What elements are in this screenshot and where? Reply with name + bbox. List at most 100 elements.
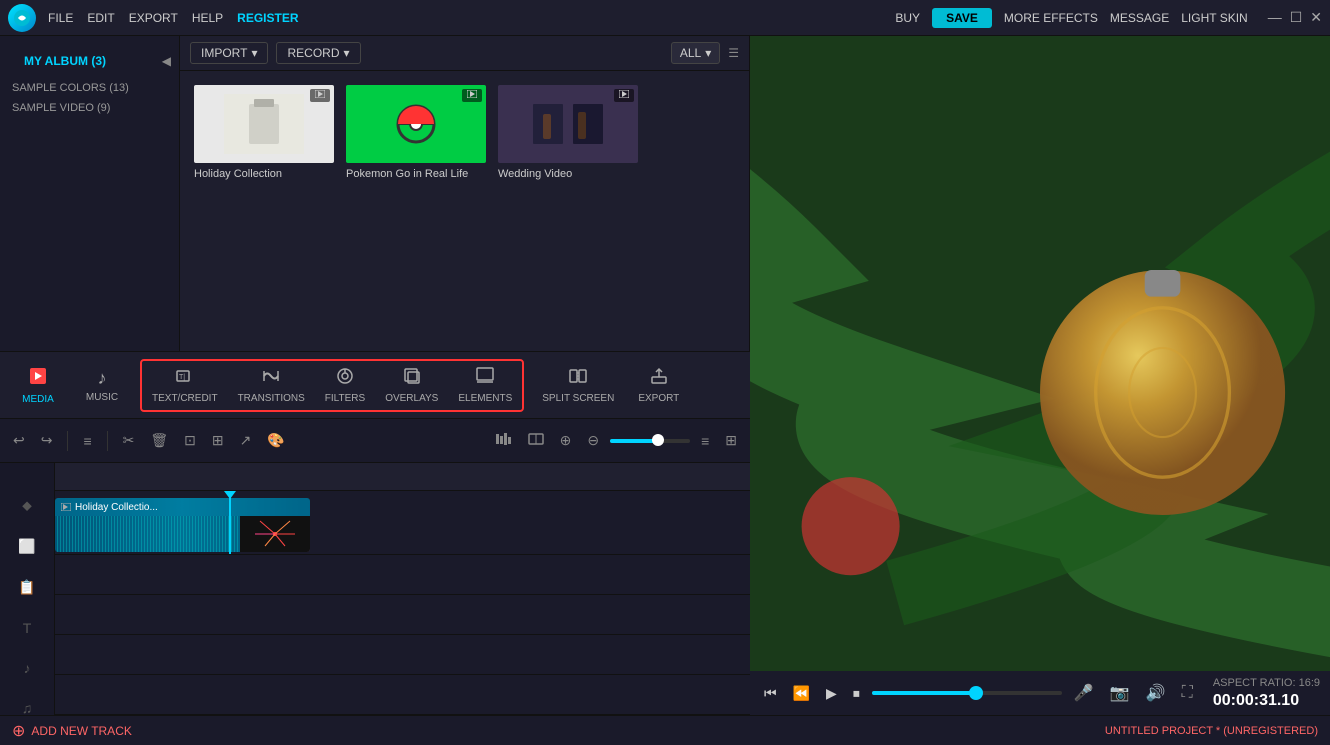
- menu-right: BUY SAVE MORE EFFECTS MESSAGE LIGHT SKIN…: [895, 8, 1322, 28]
- go-to-start-button[interactable]: ⏮: [760, 683, 781, 704]
- media-panel: IMPORT ▾ RECORD ▾ ALL ▾ ☰: [180, 36, 750, 351]
- media-thumb-holiday: [194, 85, 334, 163]
- svg-text:T|: T|: [179, 374, 185, 381]
- preview-video: [750, 36, 1330, 671]
- audio-mix-button[interactable]: [491, 429, 517, 452]
- color-button[interactable]: 🎨: [262, 429, 289, 452]
- stop-button[interactable]: ⏹: [849, 683, 864, 704]
- timeline-side-lock-icon[interactable]: ⬥: [18, 493, 36, 518]
- import-chevron-icon: ▾: [251, 46, 257, 60]
- progress-thumb: [969, 686, 983, 700]
- playhead[interactable]: [229, 495, 231, 554]
- project-info: UNTITLED PROJECT * (UNREGISTERED): [1105, 725, 1318, 737]
- media-item-wedding[interactable]: Wedding Video: [498, 85, 638, 180]
- tool-text-credit[interactable]: T| TEXT/CREDIT: [142, 361, 228, 410]
- track-clip-holiday[interactable]: Holiday Collectio...: [55, 498, 310, 552]
- tl-right-controls: ⊕ ⊖ ≡ ⊞: [491, 429, 742, 452]
- tool-split-screen[interactable]: SPLIT SCREEN: [532, 361, 624, 410]
- track-row-empty-2: [55, 595, 750, 635]
- progress-bar[interactable]: [872, 691, 1062, 695]
- timeline-side-music-icon[interactable]: ♪: [20, 656, 35, 680]
- add-marker-button[interactable]: ⊕: [555, 429, 577, 452]
- import-button[interactable]: IMPORT ▾: [190, 42, 268, 64]
- volume-icon[interactable]: 🔊: [1142, 683, 1170, 703]
- save-button[interactable]: SAVE: [932, 8, 992, 28]
- sidebar-collapse-arrow[interactable]: ◀: [162, 54, 171, 68]
- clip-thumbnail: [240, 516, 310, 552]
- export-icon: [650, 367, 668, 390]
- timeline-tools: ↩ ↪ ≡ ✂ 🗑 ⊡ ⊞ ↗ 🎨 ⊕: [0, 419, 750, 463]
- sidebar-sample-video[interactable]: SAMPLE VIDEO (9): [0, 98, 179, 118]
- settings-button[interactable]: ≡: [78, 430, 96, 452]
- tool-filters[interactable]: FILTERS: [315, 361, 375, 410]
- media-label-holiday: Holiday Collection: [194, 168, 334, 180]
- message-button[interactable]: MESSAGE: [1110, 11, 1169, 25]
- media-item-pokemon[interactable]: Pokemon Go in Real Life: [346, 85, 486, 180]
- tool-filters-label: FILTERS: [325, 393, 365, 404]
- overlays-icon: [403, 367, 421, 390]
- crop-button[interactable]: ⊡: [179, 429, 201, 452]
- cut-button[interactable]: ✂: [118, 429, 140, 452]
- media-grid: Holiday Collection: [180, 71, 749, 194]
- elements-icon: [476, 367, 494, 390]
- tool-transitions[interactable]: TRANSITIONS: [228, 361, 315, 410]
- zoom-fit-button[interactable]: ≡: [696, 430, 714, 452]
- media-label-wedding: Wedding Video: [498, 168, 638, 180]
- filter-dropdown[interactable]: ALL ▾: [671, 42, 720, 64]
- minimize-button[interactable]: —: [1268, 9, 1282, 26]
- tool-overlays[interactable]: OVERLAYS: [375, 361, 448, 410]
- redo-button[interactable]: ↪: [36, 429, 58, 452]
- buy-button[interactable]: BUY: [895, 11, 920, 25]
- play-button[interactable]: ▶: [822, 683, 841, 704]
- wedding-video-badge: [614, 89, 634, 102]
- menu-edit[interactable]: EDIT: [87, 11, 114, 25]
- timecode-display: 00:00:31.10: [1213, 692, 1320, 710]
- undo-button[interactable]: ↩: [8, 429, 30, 452]
- text-credit-icon: T|: [176, 367, 194, 390]
- timeline-side-text-icon[interactable]: T: [19, 616, 36, 640]
- record-button[interactable]: RECORD ▾: [276, 42, 360, 64]
- media-and-preview: MY ALBUM (3) ◀ SAMPLE COLORS (13) SAMPLE…: [0, 36, 750, 351]
- zoom-slider[interactable]: [610, 439, 690, 443]
- sidebar-album[interactable]: MY ALBUM (3): [12, 49, 118, 73]
- fullscreen-icon[interactable]: ⛶: [1178, 684, 1197, 702]
- track-row-empty-1: [55, 555, 750, 595]
- timeline-side-copy-icon[interactable]: 📋: [14, 575, 39, 600]
- microphone-icon[interactable]: 🎤: [1070, 683, 1098, 703]
- left-panel: MY ALBUM (3) ◀ SAMPLE COLORS (13) SAMPLE…: [0, 36, 750, 715]
- tool-overlays-label: OVERLAYS: [385, 393, 438, 404]
- menu-register[interactable]: REGISTER: [237, 11, 298, 25]
- track-row-main: Holiday Collectio...: [55, 495, 750, 555]
- close-button[interactable]: ✕: [1310, 9, 1322, 26]
- tool-text-credit-label: TEXT/CREDIT: [152, 393, 218, 404]
- light-skin-button[interactable]: LIGHT SKIN: [1181, 11, 1247, 25]
- menu-help[interactable]: HELP: [192, 11, 223, 25]
- media-item-holiday[interactable]: Holiday Collection: [194, 85, 334, 180]
- list-view-icon[interactable]: ☰: [728, 46, 739, 60]
- clip-header-holiday: Holiday Collectio...: [55, 498, 310, 516]
- split-button[interactable]: ⊞: [207, 429, 229, 452]
- media-thumb-pokemon: [346, 85, 486, 163]
- add-new-track-button[interactable]: ⊕ ADD NEW TRACK: [12, 721, 132, 741]
- speed-button[interactable]: ↗: [235, 429, 257, 452]
- prev-frame-button[interactable]: ⏪: [789, 683, 814, 704]
- timeline-side-audio-icon[interactable]: ♫: [18, 696, 37, 715]
- tool-music[interactable]: ♪ MUSIC: [72, 362, 132, 409]
- delete-button[interactable]: 🗑: [145, 429, 173, 452]
- remove-marker-button[interactable]: ⊖: [582, 429, 604, 452]
- grid-button[interactable]: ⊞: [720, 429, 742, 452]
- sidebar-sample-colors[interactable]: SAMPLE COLORS (13): [0, 78, 179, 98]
- detach-audio-button[interactable]: [523, 429, 549, 452]
- project-name: UNTITLED PROJECT *: [1105, 725, 1223, 737]
- tool-elements[interactable]: ELEMENTS: [448, 361, 522, 410]
- tool-music-label: MUSIC: [86, 392, 118, 403]
- tool-media[interactable]: MEDIA: [8, 360, 68, 411]
- maximize-button[interactable]: ☐: [1290, 9, 1303, 26]
- tool-export[interactable]: EXPORT: [628, 361, 689, 410]
- menu-export[interactable]: EXPORT: [129, 11, 178, 25]
- camera-icon[interactable]: 📷: [1106, 683, 1134, 703]
- more-effects-button[interactable]: MORE EFFECTS: [1004, 11, 1098, 25]
- menu-file[interactable]: FILE: [48, 11, 73, 25]
- timeline-side-video-icon[interactable]: ⬜: [14, 534, 39, 559]
- preview-controls: ⏮ ⏪ ▶ ⏹ 🎤 📷 🔊 ⛶ ASPECT RATIO: 16:9 00:00…: [750, 671, 1330, 715]
